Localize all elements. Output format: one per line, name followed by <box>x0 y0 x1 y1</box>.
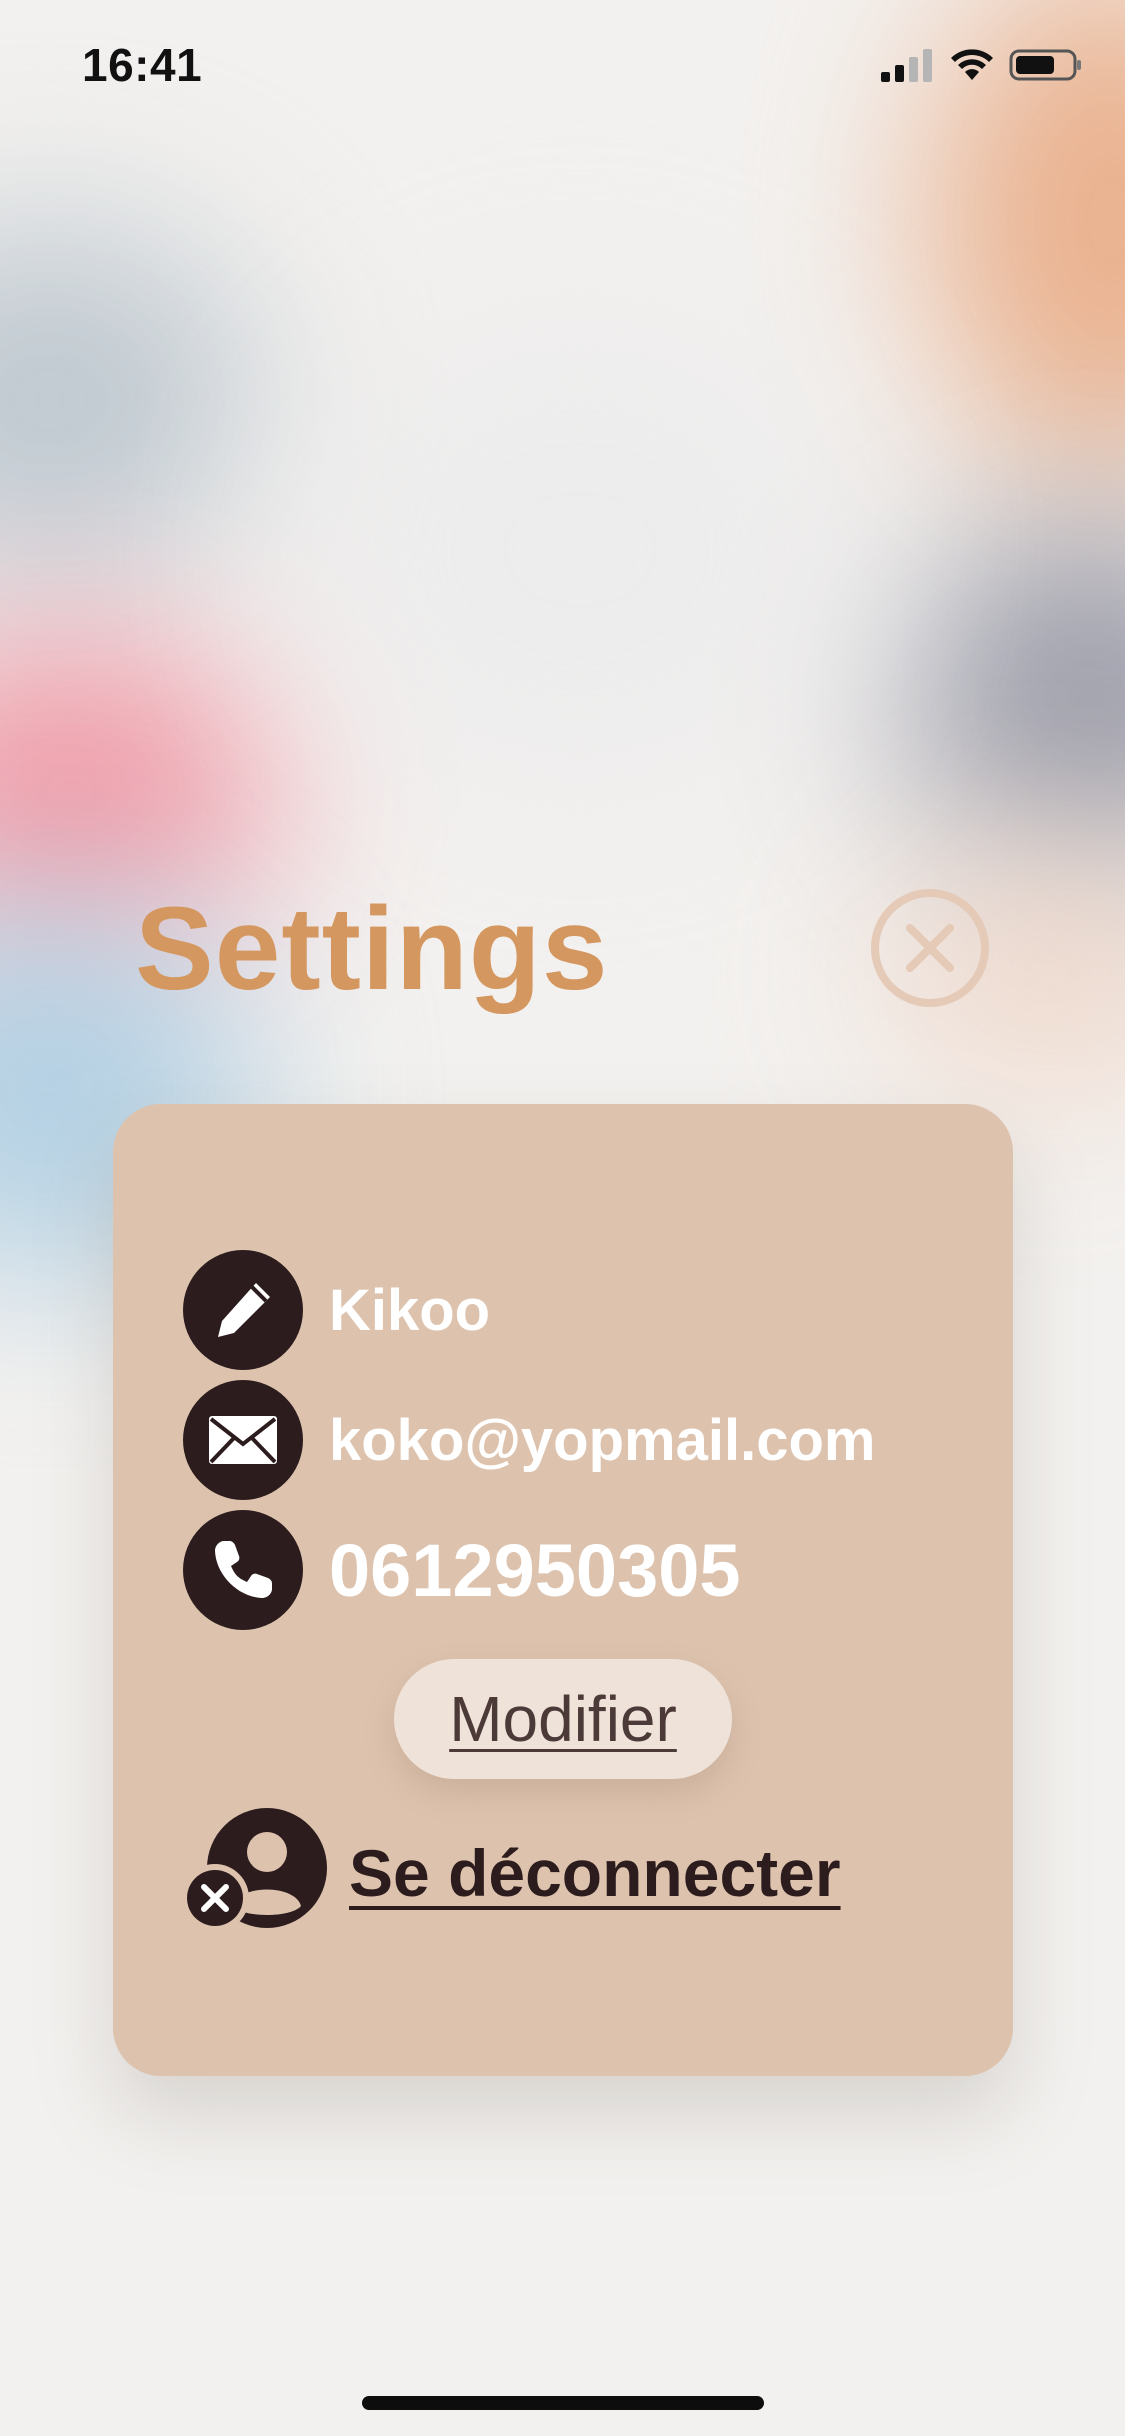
user-remove-icon <box>181 1808 327 1938</box>
status-time: 16:41 <box>82 39 203 91</box>
logout-button[interactable]: Se déconnecter <box>181 1808 841 1938</box>
modify-button[interactable]: Modifier <box>394 1659 732 1779</box>
wifi-icon <box>951 49 993 80</box>
profile-name: Kikoo <box>329 1277 491 1343</box>
logout-label: Se déconnecter <box>349 1836 841 1910</box>
envelope-icon <box>183 1380 303 1500</box>
profile-email: koko@yopmail.com <box>329 1407 876 1473</box>
status-bar: 16:41 <box>0 0 1125 140</box>
status-icons <box>881 48 1083 82</box>
settings-card: Kikoo koko@yopmail.com 0612950305 Modifi… <box>113 1104 1013 2076</box>
pencil-icon <box>183 1250 303 1370</box>
home-indicator[interactable] <box>362 2396 764 2410</box>
page-title: Settings <box>135 883 609 1015</box>
phone-icon <box>183 1510 303 1630</box>
profile-phone: 0612950305 <box>329 1528 741 1612</box>
battery-icon <box>1009 49 1081 81</box>
close-button[interactable] <box>870 888 990 1008</box>
name-row: Kikoo <box>183 1250 490 1370</box>
phone-row: 0612950305 <box>183 1510 741 1630</box>
close-circle-icon <box>871 889 989 1007</box>
signal-icon <box>881 49 932 82</box>
email-row: koko@yopmail.com <box>183 1380 875 1500</box>
